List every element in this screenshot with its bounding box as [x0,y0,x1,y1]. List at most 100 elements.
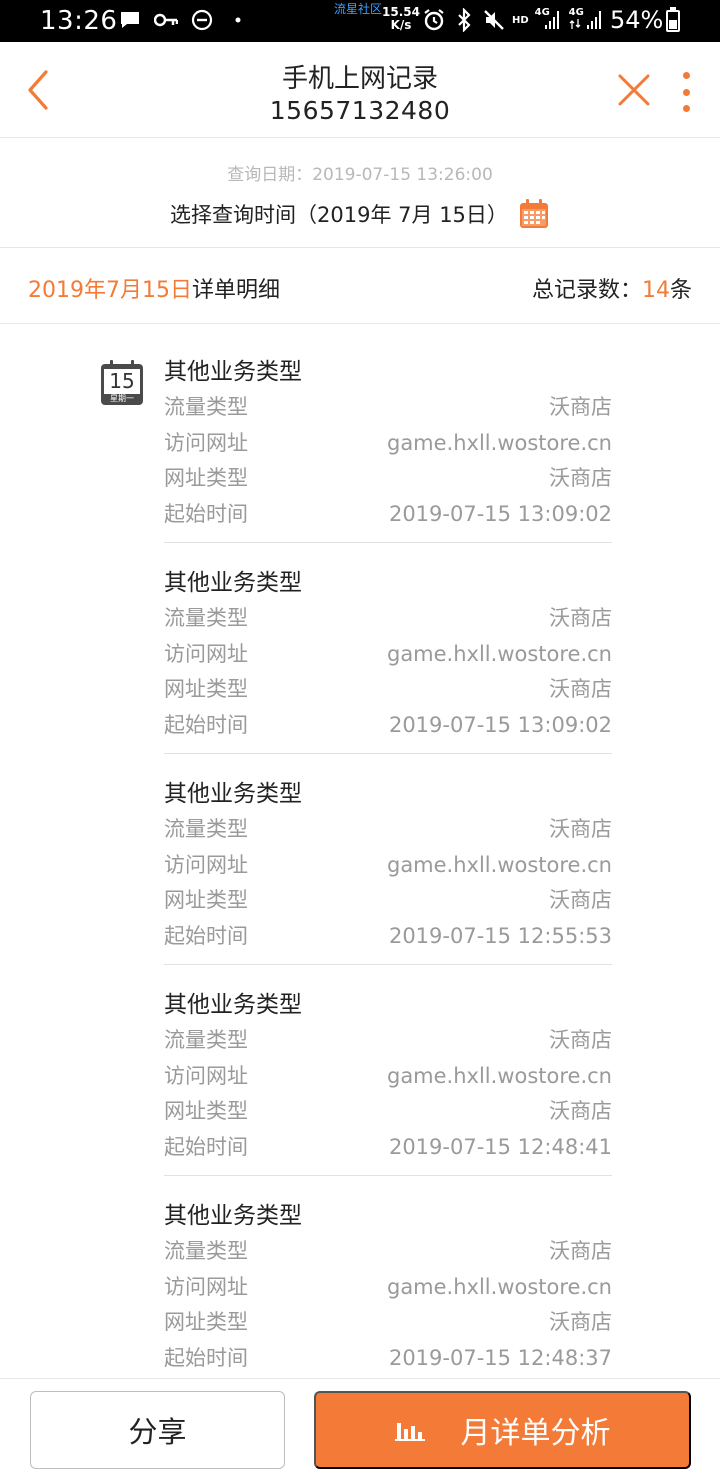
row-label: 网址类型 [164,466,248,490]
record-row: 网址类型 沃商店 [164,461,612,497]
row-value: 沃商店 [549,677,612,701]
app-header: 手机上网记录 15657132480 [0,42,720,138]
list-item[interactable]: 其他业务类型 流量类型 沃商店 访问网址 game.hxll.wostore.cn … [164,987,612,1176]
record-row: 网址类型 沃商店 [164,1305,612,1341]
row-label: 起始时间 [164,501,248,526]
row-label: 流量类型 [164,1239,248,1263]
do-not-disturb-icon [190,9,214,31]
monthly-analysis-button[interactable]: 月详单分析 [314,1391,691,1469]
list-item[interactable]: 其他业务类型 流量类型 沃商店 访问网址 game.hxll.wostore.cn … [164,776,612,965]
row-label: 访问网址 [164,1274,248,1299]
row-value: 沃商店 [549,888,612,912]
record-row: 网址类型 沃商店 [164,1094,612,1130]
signal-icon-1: 4G [535,7,561,31]
status-right-icons: HD 4G 4G [422,7,607,32]
total-unit: 条 [669,278,692,303]
row-value: 沃商店 [549,395,612,419]
record-row: 网址类型 沃商店 [164,883,612,919]
row-label: 网址类型 [164,677,248,701]
status-bar: 13:26 流星社区 15.54 K/s HD 4G 4G 54% [0,0,720,42]
query-section: 查询日期：2019-07-15 13:26:00 选择查询时间（2019年 7月… [0,138,720,248]
record-row: 流量类型 沃商店 [164,1234,612,1270]
record-row: 网址类型 沃商店 [164,672,612,708]
badge-day: 15 [109,369,135,393]
row-value: 沃商店 [549,606,612,630]
phone-number: 15657132480 [269,96,451,125]
page-title: 手机上网记录 [281,64,438,94]
row-value: 2019-07-15 13:09:02 [388,712,612,737]
bluetooth-icon [452,8,476,32]
row-value: 沃商店 [549,1099,612,1123]
record-row: 起始时间 2019-07-15 12:48:37 [164,1341,612,1377]
badge-weekday: 星期一 [110,394,134,403]
query-time-selector[interactable]: 选择查询时间（2019年 7月 15日） [0,198,720,230]
divider [164,1175,612,1176]
monthly-analysis-label: 月详单分析 [460,1416,611,1451]
row-label: 网址类型 [164,1310,248,1334]
divider [164,753,612,754]
row-value: game.hxll.wostore.cn [386,852,612,877]
close-button[interactable] [616,72,652,108]
summary-title: 2019年7月15日详单明细 [28,272,280,304]
divider [164,964,612,965]
record-title: 其他业务类型 [164,359,302,385]
row-label: 流量类型 [164,817,248,841]
mute-icon [482,9,506,31]
record-row: 访问网址 game.hxll.wostore.cn [164,1059,612,1095]
row-value: 沃商店 [549,1028,612,1052]
summary-date: 2019年7月15日 [28,278,192,303]
community-label: 流星社区 [334,2,383,16]
row-label: 访问网址 [164,1063,248,1088]
row-label: 起始时间 [164,712,248,737]
record-row: 起始时间 2019-07-15 13:09:02 [164,497,612,533]
more-button[interactable] [678,72,694,112]
row-value: game.hxll.wostore.cn [386,1063,612,1088]
row-label: 访问网址 [164,852,248,877]
record-row: 起始时间 2019-07-15 12:48:41 [164,1130,612,1166]
hd-label: HD [512,14,529,26]
divider [164,542,612,543]
date-badge: 15 星期一 [100,360,144,406]
row-label: 访问网址 [164,641,248,666]
more-dot-icon [682,88,690,96]
row-value: game.hxll.wostore.cn [386,1274,612,1299]
more-dot-icon [682,72,690,79]
record-list[interactable]: 15 星期一 其他业务类型 流量类型 沃商店 访问网址 game.hxll.wost… [0,324,720,1378]
share-button[interactable]: 分享 [30,1391,285,1469]
row-value: 沃商店 [549,466,612,490]
row-label: 访问网址 [164,430,248,455]
status-left-icons [118,9,250,31]
row-label: 起始时间 [164,1345,248,1370]
record-row: 访问网址 game.hxll.wostore.cn [164,426,612,462]
speed-unit: K/s [390,18,412,32]
key-icon [154,9,178,31]
row-label: 流量类型 [164,606,248,630]
record-row: 流量类型 沃商店 [164,601,612,637]
record-row: 起始时间 2019-07-15 13:09:02 [164,708,612,744]
record-row: 访问网址 game.hxll.wostore.cn [164,637,612,673]
row-value: 沃商店 [549,817,612,841]
record-row: 起始时间 2019-07-15 12:55:53 [164,919,612,955]
query-time-label: 选择查询时间（2019年 7月 15日） [170,203,508,227]
record-title: 其他业务类型 [164,570,302,596]
summary-detail-label: 详单明细 [191,278,280,303]
record-row: 流量类型 沃商店 [164,1023,612,1059]
row-label: 起始时间 [164,923,248,948]
signal-icon-2: 4G [567,7,607,31]
row-value: 沃商店 [549,1239,612,1263]
record-row: 访问网址 game.hxll.wostore.cn [164,848,612,884]
dot-icon [226,9,250,31]
summary-bar: 2019年7月15日详单明细 总记录数：14条 [0,248,720,324]
list-item[interactable]: 其他业务类型 流量类型 沃商店 访问网址 game.hxll.wostore.cn … [164,354,612,543]
bottom-action-bar: 分享 月详单分析 [0,1378,720,1480]
row-label: 网址类型 [164,1099,248,1123]
row-value: 沃商店 [549,1310,612,1334]
row-value: 2019-07-15 12:48:37 [388,1345,612,1370]
list-item[interactable]: 其他业务类型 流量类型 沃商店 访问网址 game.hxll.wostore.cn … [164,1198,612,1376]
close-icon [618,74,650,106]
record-row: 访问网址 game.hxll.wostore.cn [164,1270,612,1306]
battery-percent: 54% [610,6,664,34]
calendar-icon[interactable] [518,198,550,230]
list-item[interactable]: 其他业务类型 流量类型 沃商店 访问网址 game.hxll.wostore.cn … [164,565,612,754]
row-label: 流量类型 [164,395,248,419]
